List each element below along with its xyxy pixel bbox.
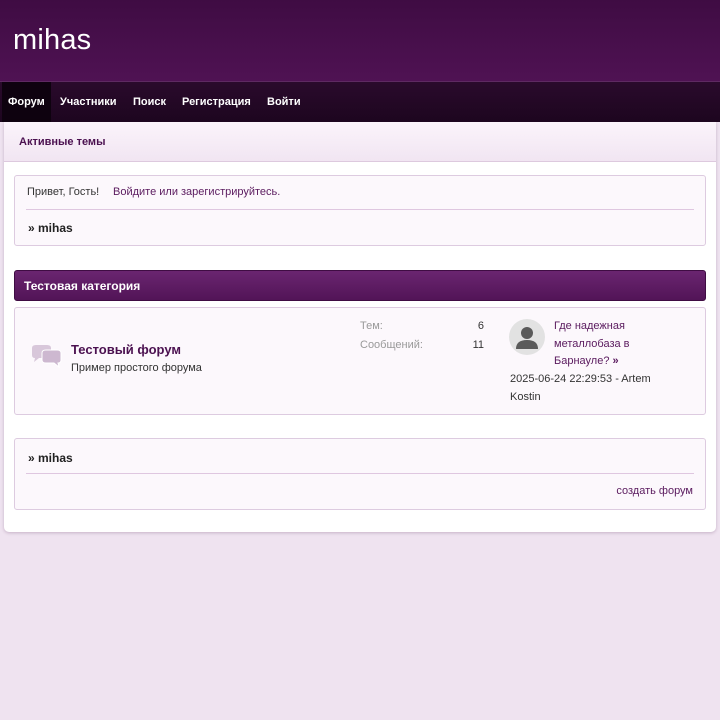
forum-name-link[interactable]: Тестовый форум: [71, 342, 181, 357]
tab-active-topics[interactable]: Активные темы: [19, 136, 105, 148]
forum-row: Тестовый форум Пример простого форума Те…: [14, 307, 706, 415]
posts-count: 11: [472, 339, 484, 351]
nav-item-members[interactable]: Участники: [60, 82, 117, 122]
nav-item-login[interactable]: Войти: [267, 82, 301, 122]
nav-item-forum[interactable]: Форум: [2, 82, 51, 122]
main-nav: Форум Участники Поиск Регистрация Войти: [0, 82, 720, 122]
main-container: Активные темы Привет, Гость! Войдите или…: [4, 122, 716, 532]
last-post-container: Где надежная металлобаза в Барнауле? »: [554, 318, 674, 371]
last-post-arrow[interactable]: »: [613, 355, 619, 367]
category-header: Тестовая категория: [14, 270, 706, 301]
last-post-meta: 2025-06-24 22:29:53 - Artem Kostin: [510, 373, 651, 403]
chat-bubbles-icon: [32, 345, 62, 369]
topics-label: Тем:: [360, 320, 383, 332]
user-avatar-icon[interactable]: [509, 319, 545, 355]
forum-description: Пример простого форума: [71, 362, 202, 374]
create-forum-link[interactable]: создать форум: [616, 485, 693, 497]
topics-count: 6: [477, 320, 484, 332]
divider: [26, 473, 694, 474]
login-register-link[interactable]: Войдите или зарегистрируйтесь.: [113, 186, 280, 198]
breadcrumb[interactable]: » mihas: [28, 221, 73, 235]
greeting-text: Привет, Гость!: [27, 186, 100, 198]
nav-item-register[interactable]: Регистрация: [182, 82, 251, 122]
posts-label: Сообщений:: [360, 339, 423, 351]
welcome-box: Привет, Гость! Войдите или зарегистрируй…: [14, 175, 706, 246]
footer-box: » mihas создать форум: [14, 438, 706, 510]
divider: [26, 209, 694, 210]
site-title[interactable]: mihas: [13, 24, 91, 57]
site-header: mihas: [0, 0, 720, 82]
nav-item-search[interactable]: Поиск: [133, 82, 166, 122]
tab-bar: Активные темы: [4, 122, 716, 162]
category-title[interactable]: Тестовая категория: [24, 279, 140, 293]
footer-breadcrumb[interactable]: » mihas: [28, 451, 73, 465]
